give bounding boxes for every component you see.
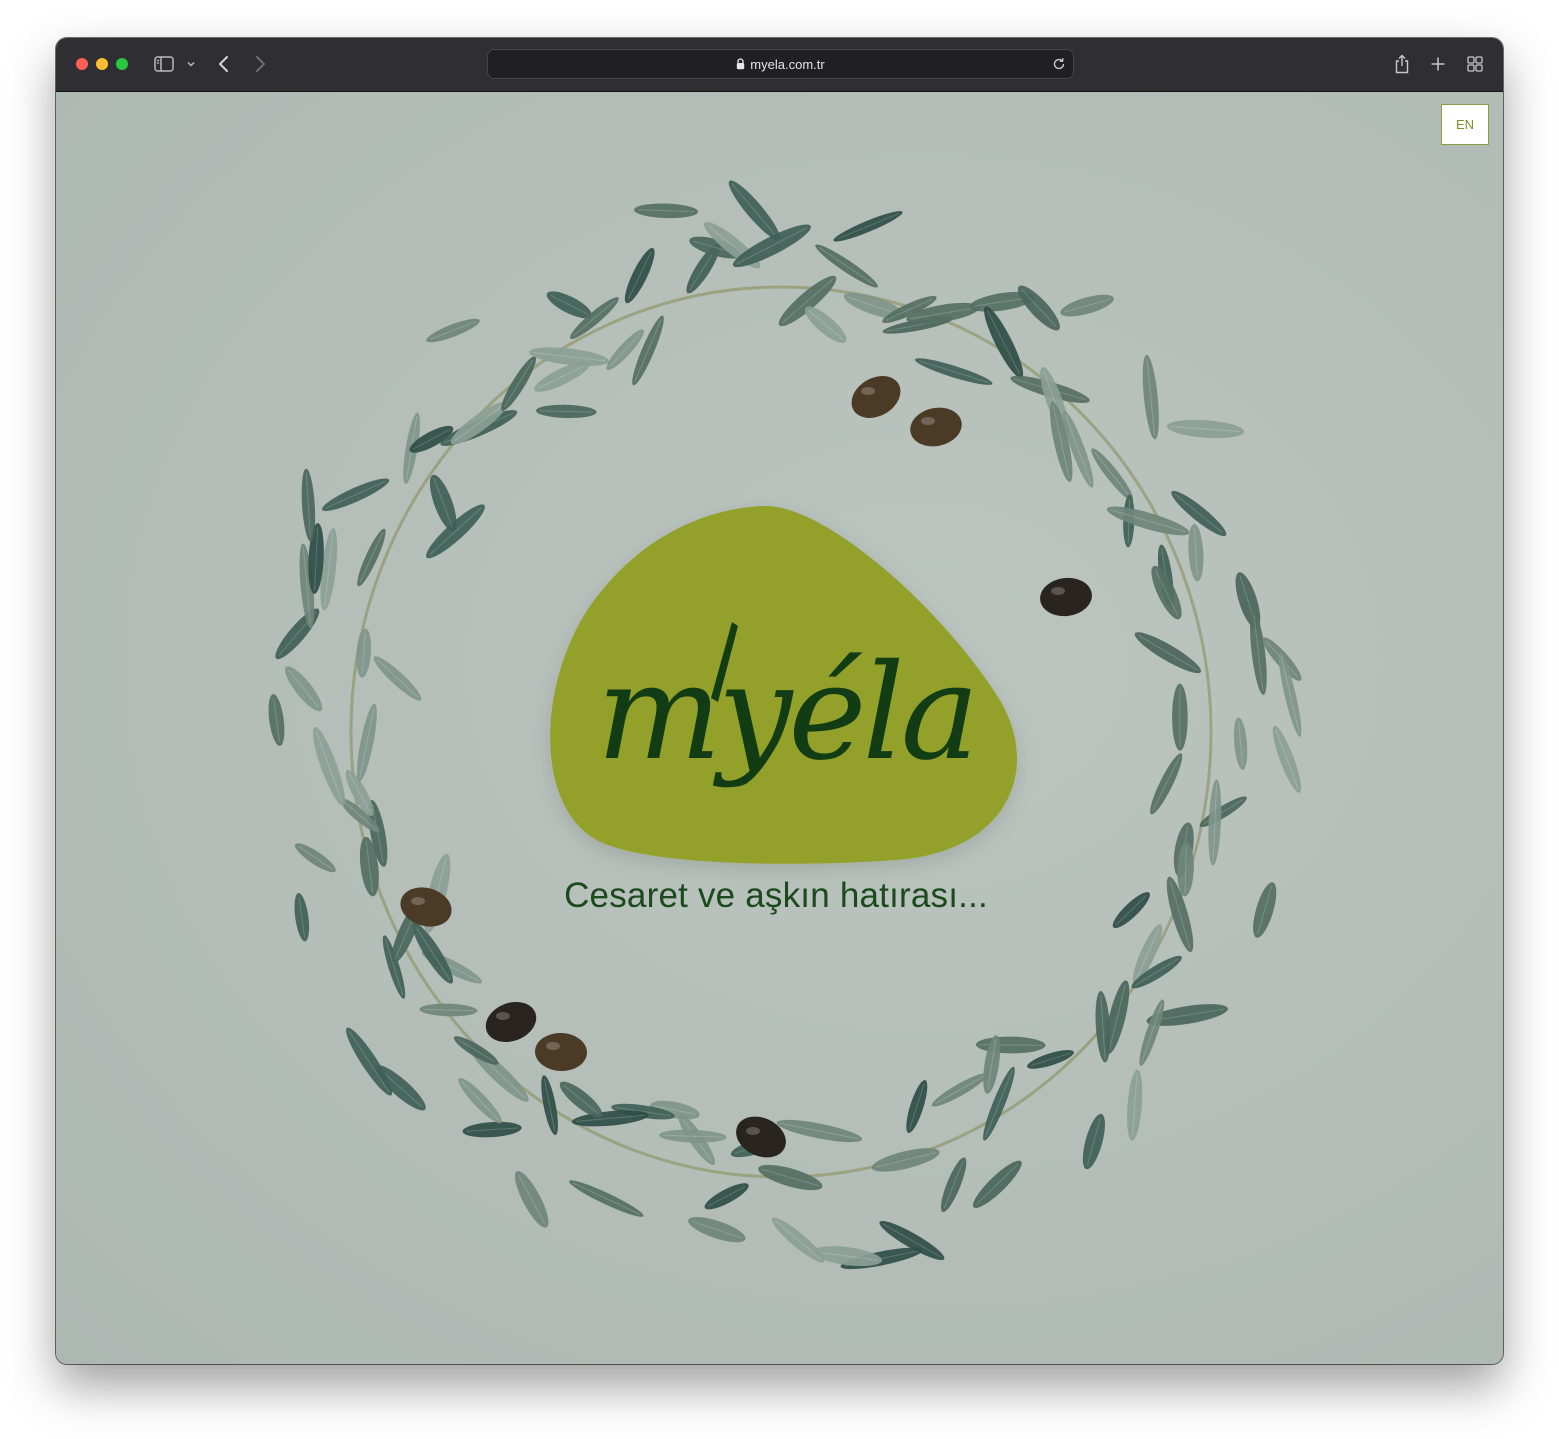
logo-wordmark: myéla xyxy=(596,636,980,790)
tagline: Cesaret ve aşkın hatırası... xyxy=(564,876,988,915)
url-text: myela.com.tr xyxy=(750,56,825,72)
forward-icon[interactable] xyxy=(252,52,268,76)
page-content: myéla Cesaret ve aşkın hatırası... EN xyxy=(56,92,1503,1364)
address-bar[interactable]: myela.com.tr xyxy=(487,49,1074,79)
minimize-window-button[interactable] xyxy=(96,58,108,70)
browser-window: myela.com.tr myéla Cesaret ve aşkın hatı… xyxy=(56,38,1503,1364)
browser-toolbar: myela.com.tr xyxy=(56,38,1503,92)
chevron-down-icon[interactable] xyxy=(185,52,197,76)
maximize-window-button[interactable] xyxy=(116,58,128,70)
tab-overview-icon[interactable] xyxy=(1465,52,1485,76)
close-window-button[interactable] xyxy=(76,58,88,70)
back-icon[interactable] xyxy=(216,52,232,76)
language-switch-button[interactable]: EN xyxy=(1441,104,1489,145)
new-tab-icon[interactable] xyxy=(1429,52,1447,76)
sidebar-icon[interactable] xyxy=(153,52,175,76)
share-icon[interactable] xyxy=(1392,52,1412,76)
lock-icon xyxy=(736,58,745,70)
reload-icon[interactable] xyxy=(1051,56,1067,72)
